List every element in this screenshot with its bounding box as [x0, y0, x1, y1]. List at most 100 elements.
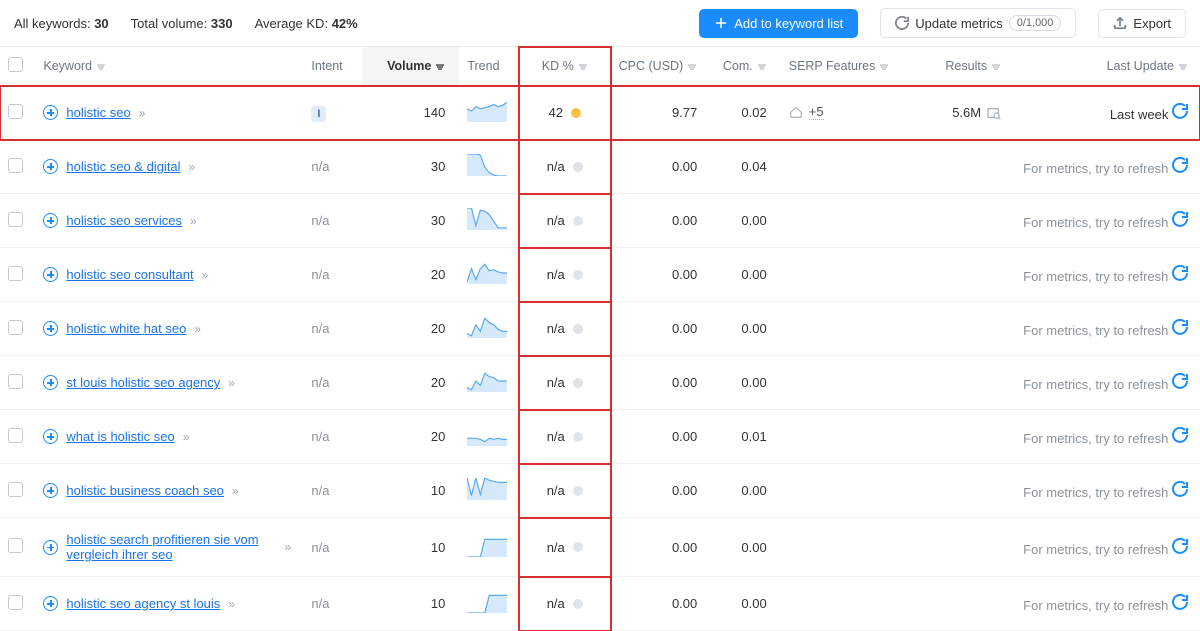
expand-icon[interactable]: [43, 540, 58, 555]
kd-dot-icon: [573, 542, 583, 552]
kd-dot-icon: [573, 486, 583, 496]
expand-icon[interactable]: [43, 159, 58, 174]
trend-cell: [459, 194, 519, 248]
refresh-row-icon[interactable]: [1172, 265, 1188, 281]
kd-value: n/a: [547, 540, 565, 555]
stat-total-volume: Total volume: 330: [131, 16, 233, 31]
kd-dot-icon: [573, 599, 583, 609]
expand-icon[interactable]: [43, 429, 58, 444]
serp-extra-count: +5: [809, 104, 824, 120]
keyword-link[interactable]: holistic search profitieren sie vom verg…: [66, 532, 276, 562]
keyword-link[interactable]: holistic seo agency st louis: [66, 596, 220, 611]
intent-na: n/a: [311, 540, 329, 555]
kd-cell: n/a: [519, 194, 611, 248]
expand-icon[interactable]: [43, 483, 58, 498]
select-all-checkbox[interactable]: [8, 57, 23, 72]
cpc-cell: 0.00: [611, 302, 712, 356]
refresh-row-icon[interactable]: [1172, 538, 1188, 554]
volume-cell: 20: [362, 356, 460, 410]
col-com[interactable]: Com.: [711, 47, 780, 86]
refresh-row-icon[interactable]: [1172, 319, 1188, 335]
com-cell: 0.00: [711, 577, 780, 631]
refresh-row-icon[interactable]: [1172, 103, 1188, 119]
serp-features[interactable]: +5: [789, 104, 824, 120]
row-checkbox[interactable]: [8, 104, 23, 119]
trend-cell: [459, 248, 519, 302]
com-cell: 0.02: [711, 86, 780, 140]
refresh-row-icon[interactable]: [1172, 481, 1188, 497]
volume-cell: 10: [362, 518, 460, 577]
col-volume[interactable]: Volume: [362, 47, 460, 86]
row-checkbox[interactable]: [8, 428, 23, 443]
col-kd[interactable]: KD %: [519, 47, 611, 86]
refresh-row-icon[interactable]: [1172, 373, 1188, 389]
trend-cell: [459, 464, 519, 518]
intent-na: n/a: [311, 483, 329, 498]
refresh-row-icon[interactable]: [1172, 427, 1188, 443]
keyword-link[interactable]: what is holistic seo: [66, 429, 174, 444]
last-update-text: For metrics, try to refresh: [1023, 161, 1168, 176]
row-checkbox[interactable]: [8, 482, 23, 497]
col-results[interactable]: Results: [918, 47, 1015, 86]
kd-dot-icon: [573, 162, 583, 172]
row-checkbox[interactable]: [8, 374, 23, 389]
chevrons-icon: »: [232, 484, 237, 498]
col-cpc[interactable]: CPC (USD): [611, 47, 712, 86]
keyword-link[interactable]: holistic white hat seo: [66, 321, 186, 336]
col-last-update[interactable]: Last Update: [1015, 47, 1200, 86]
export-button[interactable]: Export: [1098, 9, 1186, 38]
expand-icon[interactable]: [43, 596, 58, 611]
refresh-row-icon[interactable]: [1172, 157, 1188, 173]
keyword-link[interactable]: holistic seo: [66, 105, 130, 120]
table-header-row: Keyword Intent Volume Trend KD % CPC (US…: [0, 47, 1200, 86]
expand-icon[interactable]: [43, 321, 58, 336]
kd-value: n/a: [547, 429, 565, 444]
last-update-text: For metrics, try to refresh: [1023, 542, 1168, 557]
row-checkbox[interactable]: [8, 538, 23, 553]
row-checkbox[interactable]: [8, 595, 23, 610]
row-checkbox[interactable]: [8, 266, 23, 281]
cpc-cell: 0.00: [611, 577, 712, 631]
col-trend[interactable]: Trend: [459, 47, 519, 86]
cpc-cell: 0.00: [611, 140, 712, 194]
col-checkbox[interactable]: [0, 47, 35, 86]
chevrons-icon: »: [183, 430, 188, 444]
expand-icon[interactable]: [43, 375, 58, 390]
kd-value: n/a: [547, 159, 565, 174]
table-row: holistic white hat seo»n/a20n/a0.000.00F…: [0, 302, 1200, 356]
last-update-text: For metrics, try to refresh: [1023, 431, 1168, 446]
refresh-row-icon[interactable]: [1172, 594, 1188, 610]
volume-cell: 10: [362, 577, 460, 631]
button-label: Update metrics: [915, 16, 1002, 31]
expand-icon[interactable]: [43, 267, 58, 282]
volume-cell: 20: [362, 248, 460, 302]
com-cell: 0.00: [711, 464, 780, 518]
results-value[interactable]: 5.6M: [952, 105, 1001, 120]
keyword-link[interactable]: holistic seo consultant: [66, 267, 193, 282]
row-checkbox[interactable]: [8, 212, 23, 227]
col-keyword[interactable]: Keyword: [35, 47, 303, 86]
add-to-list-button[interactable]: Add to keyword list: [699, 9, 858, 38]
table-row: holistic seo consultant»n/a20n/a0.000.00…: [0, 248, 1200, 302]
update-metrics-button[interactable]: Update metrics 0/1,000: [880, 8, 1076, 38]
refresh-row-icon[interactable]: [1172, 211, 1188, 227]
kd-value: n/a: [547, 213, 565, 228]
kd-dot-icon: [573, 432, 583, 442]
stats: All keywords: 30 Total volume: 330 Avera…: [14, 16, 358, 31]
row-checkbox[interactable]: [8, 158, 23, 173]
expand-icon[interactable]: [43, 105, 58, 120]
chevrons-icon: »: [228, 597, 233, 611]
col-intent[interactable]: Intent: [303, 47, 361, 86]
volume-cell: 30: [362, 194, 460, 248]
keyword-link[interactable]: holistic seo & digital: [66, 159, 180, 174]
keyword-link[interactable]: holistic business coach seo: [66, 483, 224, 498]
keyword-link[interactable]: st louis holistic seo agency: [66, 375, 220, 390]
keyword-link[interactable]: holistic seo services: [66, 213, 182, 228]
cpc-cell: 0.00: [611, 518, 712, 577]
volume-cell: 10: [362, 464, 460, 518]
col-serp[interactable]: SERP Features: [781, 47, 918, 86]
table-row: holistic search profitieren sie vom verg…: [0, 518, 1200, 577]
expand-icon[interactable]: [43, 213, 58, 228]
row-checkbox[interactable]: [8, 320, 23, 335]
kd-value: n/a: [547, 596, 565, 611]
